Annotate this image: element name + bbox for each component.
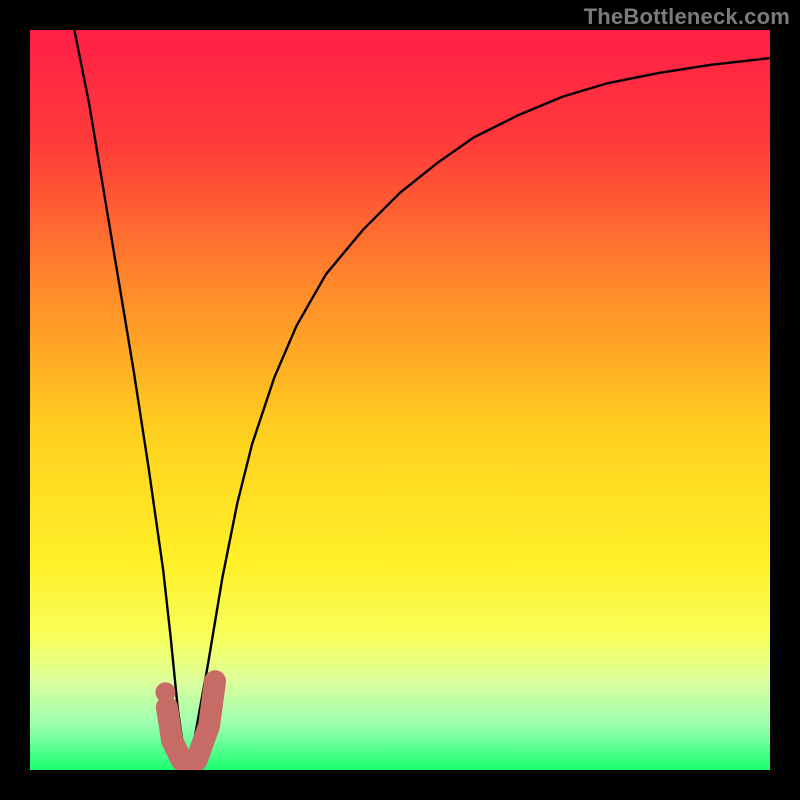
bottleneck-chart <box>30 30 770 770</box>
plot-area <box>30 30 770 770</box>
gradient-background <box>30 30 770 770</box>
chart-frame: TheBottleneck.com <box>0 0 800 800</box>
watermark-label: TheBottleneck.com <box>584 4 790 30</box>
optimal-marker-dot <box>155 682 175 702</box>
